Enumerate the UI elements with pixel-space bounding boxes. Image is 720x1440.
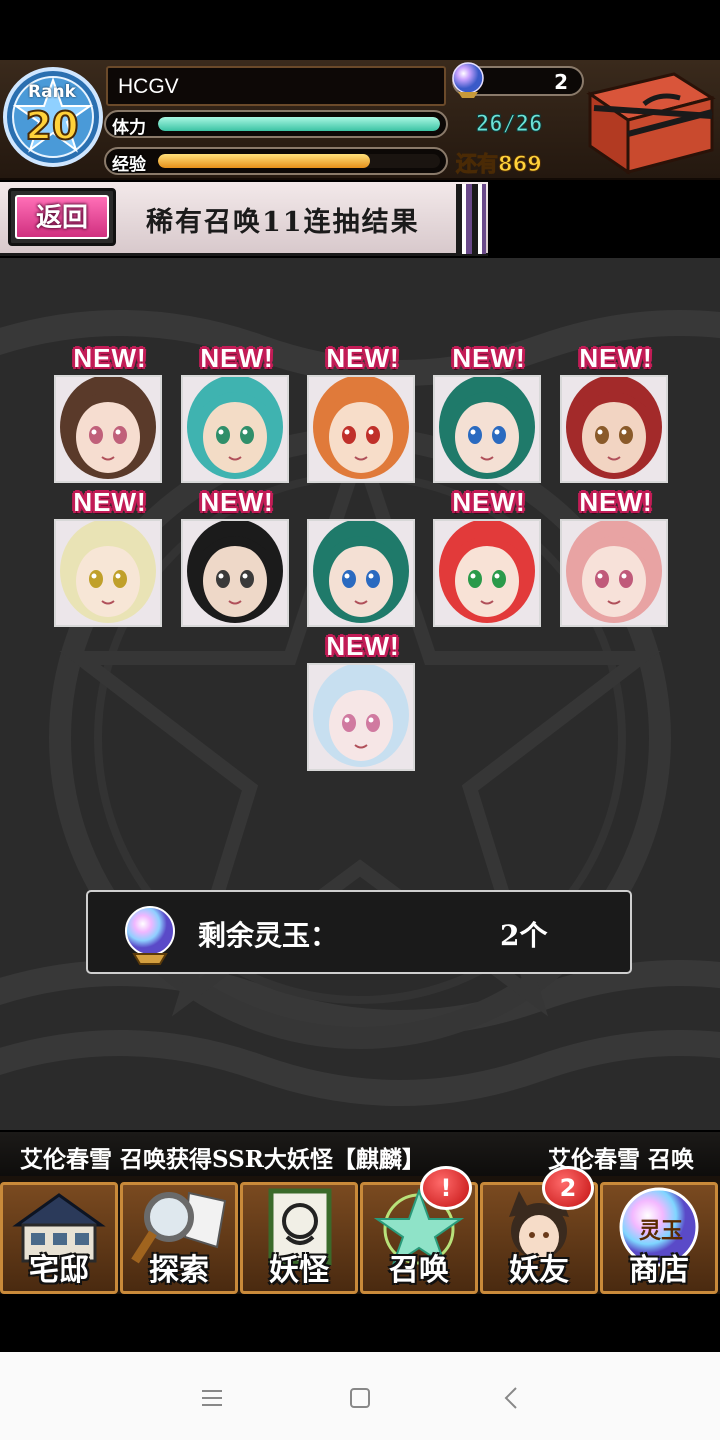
result-card-10[interactable] — [560, 519, 668, 627]
result-card-4[interactable] — [433, 375, 541, 483]
stamina-fill — [158, 117, 440, 131]
system-navigation-bar — [0, 1352, 720, 1440]
new-badge: NEW! — [73, 487, 147, 517]
result-card-11[interactable] — [307, 663, 415, 771]
treasure-chest-icon[interactable] — [584, 64, 716, 176]
nav-friends-label: 妖友 — [509, 1253, 569, 1288]
stamina-label: 体力 — [112, 118, 146, 138]
result-card-5[interactable] — [560, 375, 668, 483]
gem-count: 2 — [554, 70, 568, 94]
new-badge: NEW! — [326, 631, 400, 661]
character-portrait — [56, 377, 160, 481]
new-badge: NEW! — [579, 487, 653, 517]
result-card-2[interactable] — [181, 375, 289, 483]
menu-icon[interactable] — [192, 1378, 232, 1418]
page-title: 稀有召唤11连抽结果 — [146, 207, 420, 238]
nav-shop-button[interactable]: 灵玉 商店 — [600, 1182, 718, 1294]
character-portrait — [183, 521, 287, 625]
exp-track — [158, 154, 440, 168]
result-card-7[interactable] — [181, 519, 289, 627]
rank-value: 20 — [25, 103, 80, 149]
home-icon[interactable] — [340, 1378, 380, 1418]
summon-results-area: NEW! NEW! NEW! NEW! NEW! NEW! NEW! NEW! NEW! NEW!… — [0, 258, 720, 1130]
remaining-gems-panel: 剩余灵玉： 2个 — [86, 890, 632, 974]
new-badge: NEW! — [452, 487, 526, 517]
ticker-message: 艾伦春雪 召唤获得SSR大妖怪【麒麟】 — [20, 1146, 425, 1173]
character-portrait — [309, 665, 413, 769]
nav-yokai-button[interactable]: 妖怪 — [240, 1182, 358, 1294]
nav-residence-button[interactable]: 宅邸 — [0, 1182, 118, 1294]
back-icon[interactable] — [492, 1378, 532, 1418]
player-status-header: Rank 20 HCGV 体力 经验 2 26/26 还有869 — [0, 60, 720, 180]
back-button-label: 返回 — [15, 195, 109, 239]
remaining-gems-value: 2个 — [500, 919, 548, 952]
stamina-track — [158, 117, 440, 131]
new-badge: NEW! — [326, 343, 400, 373]
character-portrait — [562, 521, 666, 625]
exp-label: 经验 — [112, 155, 146, 175]
new-badge: NEW! — [73, 343, 147, 373]
remaining-gems-label: 剩余灵玉： — [198, 919, 339, 952]
result-card-8[interactable] — [307, 519, 415, 627]
player-name: HCGV — [106, 66, 446, 106]
announcement-ticker: 艾伦春雪 召唤获得SSR大妖怪【麒麟】 艾伦春雪 召唤 — [0, 1132, 720, 1178]
nav-yokai-label: 妖怪 — [269, 1253, 329, 1288]
new-badge: NEW! — [200, 343, 274, 373]
friends-notification-badge: 2 — [542, 1166, 594, 1210]
banner-stripe — [456, 184, 486, 254]
result-card-9[interactable] — [433, 519, 541, 627]
nav-summon-label: 召唤 — [389, 1253, 449, 1288]
character-portrait — [183, 377, 287, 481]
bottom-navigation: 宅邸 探索 妖怪 召唤 妖友 灵玉 商店 ! 2 — [0, 1166, 720, 1294]
status-bar — [0, 0, 720, 60]
shop-orb-text: 灵玉 — [638, 1218, 683, 1244]
character-portrait — [435, 377, 539, 481]
character-portrait — [56, 521, 160, 625]
nav-explore-button[interactable]: 探索 — [120, 1182, 238, 1294]
result-card-1[interactable] — [54, 375, 162, 483]
exp-fill — [158, 154, 370, 168]
exp-remaining: 还有869 — [456, 152, 543, 177]
character-portrait — [435, 521, 539, 625]
result-card-6[interactable] — [54, 519, 162, 627]
stamina-bar: 体力 — [104, 110, 448, 138]
character-portrait — [309, 377, 413, 481]
character-portrait — [562, 377, 666, 481]
new-badge: NEW! — [579, 343, 653, 373]
new-badge: NEW! — [200, 487, 274, 517]
nav-explore-label: 探索 — [149, 1253, 209, 1288]
rank-badge[interactable]: Rank 20 — [2, 62, 104, 172]
nav-residence-label: 宅邸 — [29, 1253, 89, 1288]
character-portrait — [309, 521, 413, 625]
crystal-orb-icon — [125, 906, 175, 965]
rank-label: Rank — [28, 82, 76, 102]
new-badge: NEW! — [452, 343, 526, 373]
nav-shop-label: 商店 — [629, 1253, 689, 1288]
result-card-3[interactable] — [307, 375, 415, 483]
exp-bar: 经验 — [104, 147, 448, 175]
stamina-value: 26/26 — [475, 112, 543, 138]
summon-notification-badge: ! — [420, 1166, 472, 1210]
back-button[interactable]: 返回 — [8, 188, 116, 246]
gem-orb-icon — [452, 62, 484, 98]
